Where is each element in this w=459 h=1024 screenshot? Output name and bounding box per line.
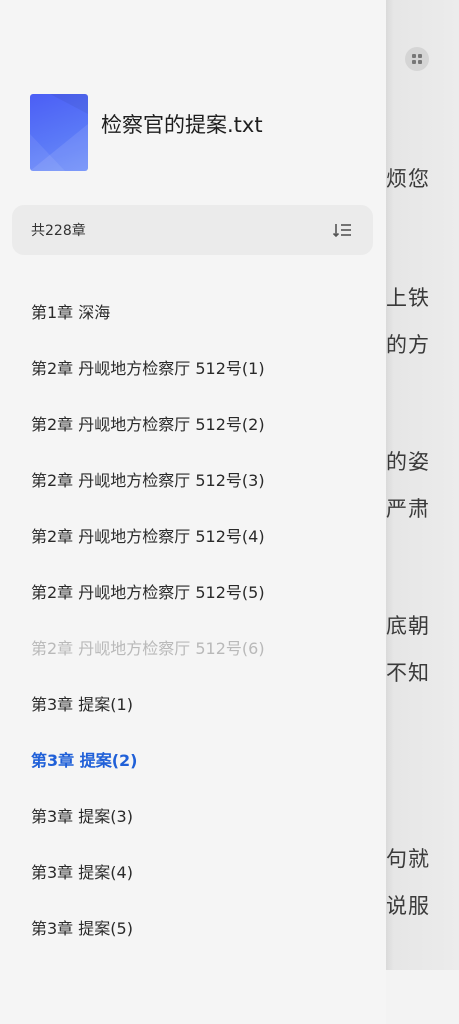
chapter-item[interactable]: 第2章 丹岘地方检察厅 512号(4): [31, 523, 265, 547]
chapter-item[interactable]: 第3章 提案(4): [31, 859, 133, 883]
grid-icon: [412, 54, 422, 64]
chapter-item[interactable]: 第3章 提案(5): [31, 915, 133, 939]
reader-text-line: 严肃: [386, 497, 430, 521]
book-title: 检察官的提案.txt: [101, 113, 263, 137]
cover-pattern: [30, 94, 88, 171]
reader-text-line: 不知: [386, 661, 430, 685]
sort-button[interactable]: [331, 218, 355, 242]
chapter-item[interactable]: 第2章 丹岘地方检察厅 512号(2): [31, 411, 265, 435]
sort-order-icon: [332, 224, 351, 238]
chapter-count: 共228章: [31, 223, 86, 239]
reader-text-line: 句就: [386, 847, 430, 871]
chapter-count-bar: 共228章: [12, 205, 373, 255]
grid-menu-button[interactable]: [405, 47, 429, 71]
chapter-item[interactable]: 第2章 丹岘地方检察厅 512号(1): [31, 355, 265, 379]
reader-text-line: 的姿: [386, 450, 430, 474]
toc-drawer: 检察官的提案.txt 共228章 第1章 深海 第2章 丹岘地方检察厅 512号…: [0, 0, 386, 1024]
reader-text-line: 烦您: [386, 167, 430, 191]
chapter-item[interactable]: 第3章 提案(3): [31, 803, 133, 827]
reader-text-line: 说服: [386, 894, 430, 918]
reader-text-line: 底朝: [386, 614, 430, 638]
reader-page-background[interactable]: [386, 0, 459, 970]
reader-text-line: 的方: [386, 333, 430, 357]
chapter-item[interactable]: 第3章 提案(1): [31, 691, 133, 715]
book-cover-icon: [30, 94, 88, 171]
chapter-item-current[interactable]: 第3章 提案(2): [31, 747, 137, 771]
chapter-item[interactable]: 第2章 丹岘地方检察厅 512号(5): [31, 579, 265, 603]
chapter-item-disabled[interactable]: 第2章 丹岘地方检察厅 512号(6): [31, 635, 265, 659]
chapter-item[interactable]: 第1章 深海: [31, 299, 110, 323]
reader-text-line: 上铁: [386, 286, 430, 310]
reader-bottom-area: [386, 970, 459, 1024]
chapter-item[interactable]: 第2章 丹岘地方检察厅 512号(3): [31, 467, 265, 491]
